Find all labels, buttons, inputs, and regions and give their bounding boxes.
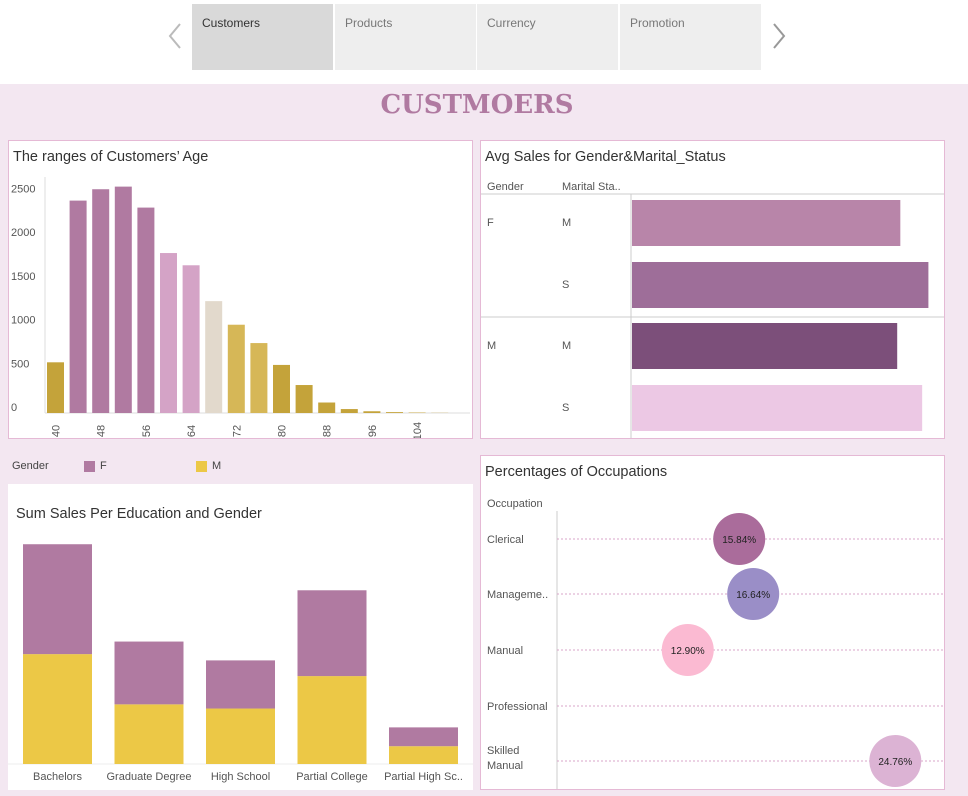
education-bar-segment [206,660,275,709]
bubble-label: 16.64% [736,590,770,601]
chevron-right-icon [773,23,786,49]
x-tick-label: 48 [96,425,108,437]
education-bar-segment [23,654,92,764]
age-bar [47,362,64,413]
age-bar [340,409,358,413]
header-marital: Marital Sta.. [562,181,621,193]
occupation-chart: Occupation Clerical 15.84% Manageme.. 16.64%… [487,498,944,789]
education-bar-segment [297,590,367,677]
x-tick-label: 40 [51,425,63,437]
gender-legend: Gender [12,460,49,472]
tab-currency[interactable]: Currency [477,4,618,70]
age-bar [318,402,336,413]
x-tick-label: High School [211,771,270,783]
avg-sales-bar [632,323,898,369]
avg-sales-bar [632,262,929,308]
dashboard-title: CUSTMOERS [380,90,574,120]
age-bar [114,186,132,413]
bubble-label: 12.90% [671,646,705,657]
legend-swatch-f [84,461,95,472]
education-bar-segment [114,641,184,705]
x-tick-label: 56 [141,425,153,437]
marital-label: M [562,217,571,229]
x-tick-label: Bachelors [33,771,82,783]
occupation-label: Skilled [487,745,519,757]
marital-label: S [562,279,569,291]
avg-sales-chart: Gender Marital Sta.. F M S M M S [481,181,944,438]
age-bar [92,189,110,413]
tab-products[interactable]: Products [335,4,476,70]
age-chart-panel: The ranges of Customers’ Age 0 500 1000 150… [8,140,473,439]
age-bar [363,411,381,413]
tab-promotion[interactable]: Promotion [620,4,761,70]
education-bar-segment [389,727,458,747]
x-tick-label: Partial College [296,771,368,783]
education-bar-segment [23,544,92,655]
tab-bar: Customers Products Currency Promotion [0,0,968,84]
age-bar [69,200,87,413]
tab-next-button[interactable] [766,18,790,54]
age-bar [182,265,200,413]
marital-label: M [562,340,571,352]
education-bar-segment [389,746,458,764]
education-bar-segment [114,704,184,764]
avg-sales-bar [632,200,901,246]
age-bar [160,253,177,413]
chevron-left-icon [168,23,181,49]
education-chart: Bachelors Graduate Degree High School Parti… [8,544,473,783]
x-tick-label: 96 [367,425,379,437]
header-gender: Gender [487,181,524,193]
x-tick-label: 72 [231,425,243,437]
y-tick-label: 500 [11,358,29,370]
x-tick-label: 104 [412,422,424,438]
occupation-label: Manual [487,645,523,657]
occupation-label: Clerical [487,534,524,546]
bubble-label: 24.76% [878,757,912,768]
age-bar [250,343,268,413]
legend-title: Gender [12,460,49,472]
occupation-label: Professional [487,701,548,713]
age-bar [386,412,403,413]
age-bar [205,301,223,413]
x-tick-label: 80 [277,425,289,437]
x-tick-label: 88 [322,425,334,437]
age-bar [295,385,313,413]
gender-label: F [487,217,494,229]
legend-label-f: F [100,460,107,472]
bubble-label: 15.84% [722,535,756,546]
avg-sales-panel: Avg Sales for Gender&Marital_Status Gend… [480,140,945,439]
gender-label: M [487,340,496,352]
age-bar [227,324,245,413]
education-bar-segment [206,708,275,764]
y-tick-label: 2000 [11,227,35,239]
age-bar [137,207,155,413]
occupation-panel: Percentages of Occupations Occupation Cle… [480,455,945,790]
x-tick-label: Graduate Degree [107,771,192,783]
header-occupation: Occupation [487,498,543,510]
legend-swatch-m [196,461,207,472]
occupation-label: Manual [487,760,523,772]
x-tick-label: 64 [186,425,198,437]
y-tick-label: 0 [11,402,17,414]
education-bar-segment [297,676,367,764]
age-bar [273,364,290,413]
age-chart: 0 500 1000 1500 2000 2500 40 48 56 64 72 80 88 96 104 [11,177,470,438]
avg-sales-bar [632,385,923,431]
y-tick-label: 1000 [11,315,35,327]
education-panel: Sum Sales Per Education and Gender Bache… [8,484,473,790]
tab-customers[interactable]: Customers [192,4,333,70]
tab-prev-button[interactable] [164,18,188,54]
y-tick-label: 2500 [11,183,35,195]
legend-label-m: M [212,460,222,472]
marital-label: S [562,402,569,414]
x-tick-label: Partial High Sc.. [384,771,463,783]
y-tick-label: 1500 [11,271,35,283]
occupation-label: Manageme.. [487,589,548,601]
